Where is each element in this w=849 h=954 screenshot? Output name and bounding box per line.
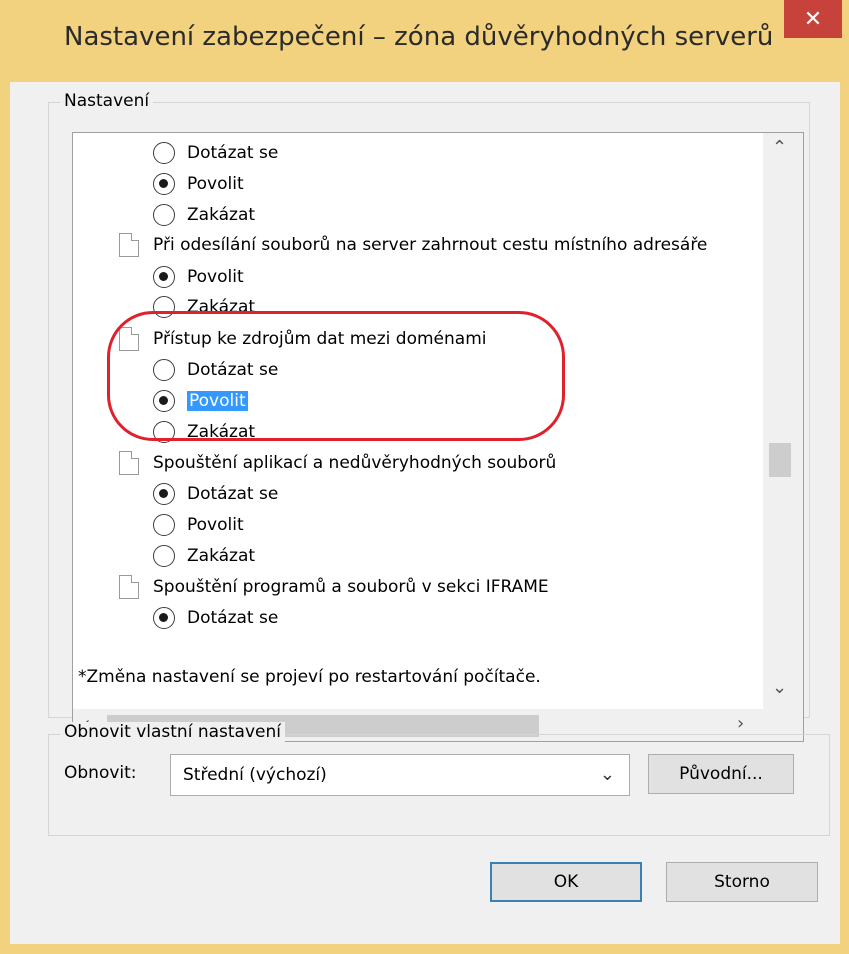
radio-label: Zakázat	[187, 546, 256, 566]
radio-label: Povolit	[187, 267, 244, 287]
dialog-window: Nastavení zabezpečení – zóna důvěryhodný…	[0, 0, 849, 954]
radio-option[interactable]: Zakázat	[153, 200, 255, 230]
radio-button[interactable]	[153, 514, 175, 536]
reset-label: Obnovit:	[64, 763, 137, 783]
radio-button[interactable]	[153, 545, 175, 567]
close-button[interactable]: ✕	[784, 0, 842, 38]
scroll-up-icon[interactable]: ⌃	[772, 137, 787, 158]
radio-button[interactable]	[153, 483, 175, 505]
settings-tree-content: Dotázat se Povolit Zakázat Při odesílání…	[73, 133, 763, 709]
radio-option[interactable]: Povolit	[153, 510, 244, 540]
document-icon	[119, 575, 139, 599]
restart-note: *Změna nastavení se projeví po restartov…	[78, 667, 541, 687]
radio-option[interactable]: Dotázat se	[153, 603, 278, 633]
setting-header-label: Spouštění aplikací a nedůvěryhodných sou…	[153, 453, 557, 473]
vertical-scrollbar[interactable]: ⌃ ⌄	[763, 133, 803, 709]
select-value: Střední (výchozí)	[183, 765, 327, 785]
setting-header[interactable]: Spouštění aplikací a nedůvěryhodných sou…	[119, 448, 556, 478]
setting-header[interactable]: Při odesílání souborů na server zahrnout…	[119, 230, 707, 260]
radio-label: Dotázat se	[187, 608, 279, 628]
close-icon: ✕	[803, 6, 823, 32]
radio-label: Dotázat se	[187, 484, 279, 504]
setting-header[interactable]: Spouštění programů a souborů v sekci IFR…	[119, 572, 549, 602]
radio-option[interactable]: Dotázat se	[153, 479, 278, 509]
vertical-scroll-thumb[interactable]	[769, 443, 791, 477]
settings-tree[interactable]: Dotázat se Povolit Zakázat Při odesílání…	[72, 132, 804, 742]
chevron-down-icon: ⌄	[599, 764, 615, 785]
radio-option[interactable]: Povolit	[153, 169, 244, 199]
setting-header-label: Spouštění programů a souborů v sekci IFR…	[153, 577, 549, 597]
cancel-button[interactable]: Storno	[666, 862, 818, 902]
radio-button[interactable]	[153, 607, 175, 629]
radio-label: Povolit	[187, 174, 244, 194]
dialog-body: Nastavení Dotázat se Povolit Zakázat Při	[10, 82, 840, 944]
reset-group-legend: Obnovit vlastní nastavení	[60, 722, 285, 742]
highlight-annotation	[107, 311, 565, 441]
reset-button[interactable]: Původní...	[648, 754, 794, 794]
setting-header-label: Při odesílání souborů na server zahrnout…	[153, 235, 708, 255]
radio-label: Dotázat se	[187, 143, 279, 163]
ok-button[interactable]: OK	[490, 862, 642, 902]
scroll-down-icon[interactable]: ⌄	[772, 677, 787, 698]
radio-button[interactable]	[153, 142, 175, 164]
reset-level-select[interactable]: Střední (výchozí) ⌄	[170, 754, 630, 796]
radio-option[interactable]: Dotázat se	[153, 138, 278, 168]
window-title: Nastavení zabezpečení – zóna důvěryhodný…	[64, 22, 774, 52]
radio-button[interactable]	[153, 266, 175, 288]
radio-button[interactable]	[153, 204, 175, 226]
radio-option[interactable]: Zakázat	[153, 541, 255, 571]
settings-group-legend: Nastavení	[60, 91, 154, 111]
radio-option[interactable]: Povolit	[153, 262, 244, 292]
document-icon	[119, 233, 139, 257]
scroll-right-icon[interactable]: ›	[737, 713, 744, 734]
title-bar[interactable]: Nastavení zabezpečení – zóna důvěryhodný…	[0, 0, 849, 82]
radio-button[interactable]	[153, 173, 175, 195]
document-icon	[119, 451, 139, 475]
radio-label: Povolit	[187, 515, 244, 535]
radio-label: Zakázat	[187, 205, 256, 225]
